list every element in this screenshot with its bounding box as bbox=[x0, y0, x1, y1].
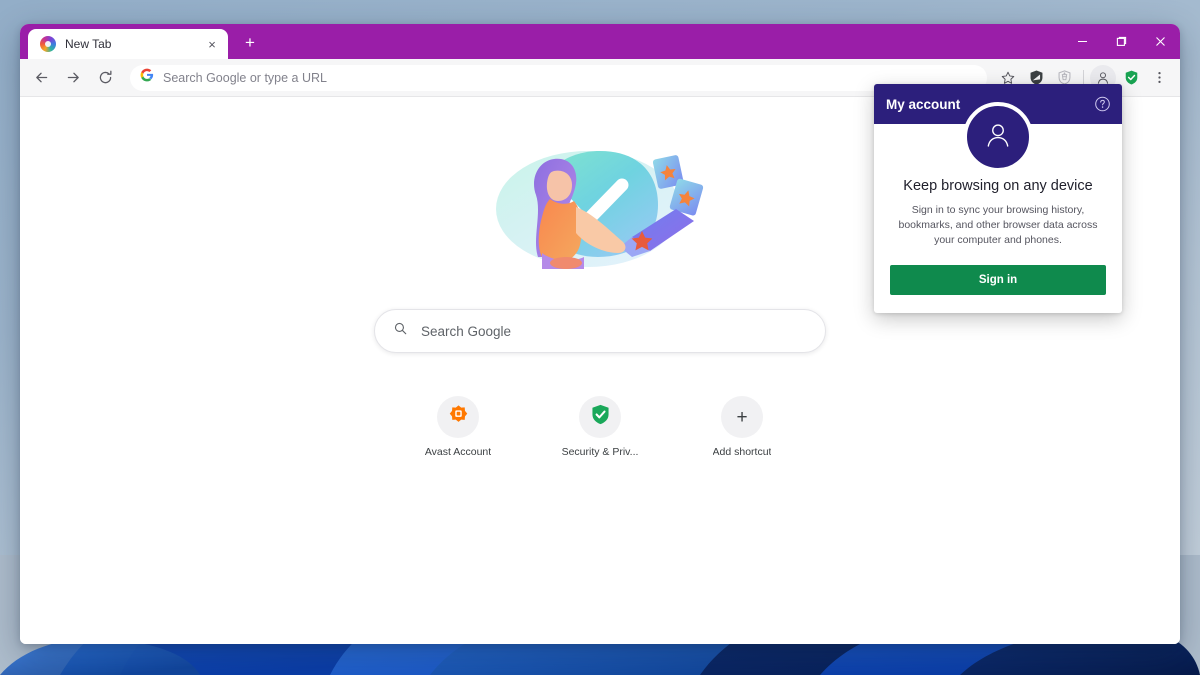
title-bar: New Tab × + bbox=[20, 24, 1180, 59]
desktop: New Tab × + Search Google or type a URL … bbox=[0, 0, 1200, 675]
tab-close-icon[interactable]: × bbox=[204, 36, 220, 52]
account-popup: My account Keep browsing on any device S… bbox=[874, 84, 1122, 313]
green-check-shield-icon bbox=[589, 403, 612, 431]
account-popup-description: Sign in to sync your browsing history, b… bbox=[898, 204, 1098, 246]
forward-arrow-icon[interactable] bbox=[58, 63, 88, 93]
tab-strip: New Tab × + bbox=[20, 24, 264, 59]
reload-icon[interactable] bbox=[90, 63, 120, 93]
shortcut-avast-account[interactable]: Avast Account bbox=[414, 396, 502, 458]
shortcut-label: Avast Account bbox=[424, 446, 492, 458]
shortcut-label: Add shortcut bbox=[712, 446, 772, 458]
shortcut-tile bbox=[579, 396, 621, 438]
account-popup-heading: Keep browsing on any device bbox=[903, 178, 1093, 194]
shortcut-label: Security & Priv... bbox=[561, 446, 639, 458]
search-box[interactable]: Search Google bbox=[374, 309, 826, 353]
browser-window: New Tab × + Search Google or type a URL … bbox=[20, 24, 1180, 644]
tab-favicon-icon bbox=[40, 36, 56, 52]
shortcut-security-privacy[interactable]: Security & Priv... bbox=[556, 396, 644, 458]
three-dot-menu-icon[interactable] bbox=[1146, 65, 1172, 91]
sync-devices-illustration bbox=[480, 135, 720, 285]
shortcut-add[interactable]: + Add shortcut bbox=[698, 396, 786, 458]
back-arrow-icon[interactable] bbox=[26, 63, 56, 93]
account-avatar bbox=[963, 102, 1033, 172]
maximize-button[interactable] bbox=[1102, 24, 1141, 59]
close-button[interactable] bbox=[1141, 24, 1180, 59]
shortcut-tile bbox=[437, 396, 479, 438]
person-icon bbox=[981, 118, 1015, 157]
help-circle-icon[interactable] bbox=[1094, 96, 1111, 113]
tab-new-tab[interactable]: New Tab × bbox=[28, 29, 228, 59]
minimize-button[interactable] bbox=[1063, 24, 1102, 59]
new-tab-button[interactable]: + bbox=[236, 28, 264, 56]
avast-logo-icon bbox=[448, 404, 469, 430]
account-popup-body: Keep browsing on any device Sign in to s… bbox=[874, 102, 1122, 313]
google-g-icon bbox=[140, 68, 154, 87]
search-placeholder: Search Google bbox=[421, 323, 512, 339]
account-popup-title: My account bbox=[886, 96, 961, 112]
address-bar-placeholder: Search Google or type a URL bbox=[163, 70, 327, 85]
sign-in-button[interactable]: Sign in bbox=[890, 265, 1106, 295]
tab-title: New Tab bbox=[65, 37, 112, 51]
window-controls bbox=[1063, 24, 1180, 59]
address-bar[interactable]: Search Google or type a URL bbox=[130, 64, 987, 91]
plus-icon: + bbox=[736, 406, 748, 428]
search-icon bbox=[393, 321, 408, 341]
shortcut-tile: + bbox=[721, 396, 763, 438]
shortcuts-row: Avast Account Security & Priv... + Add s… bbox=[414, 396, 786, 458]
